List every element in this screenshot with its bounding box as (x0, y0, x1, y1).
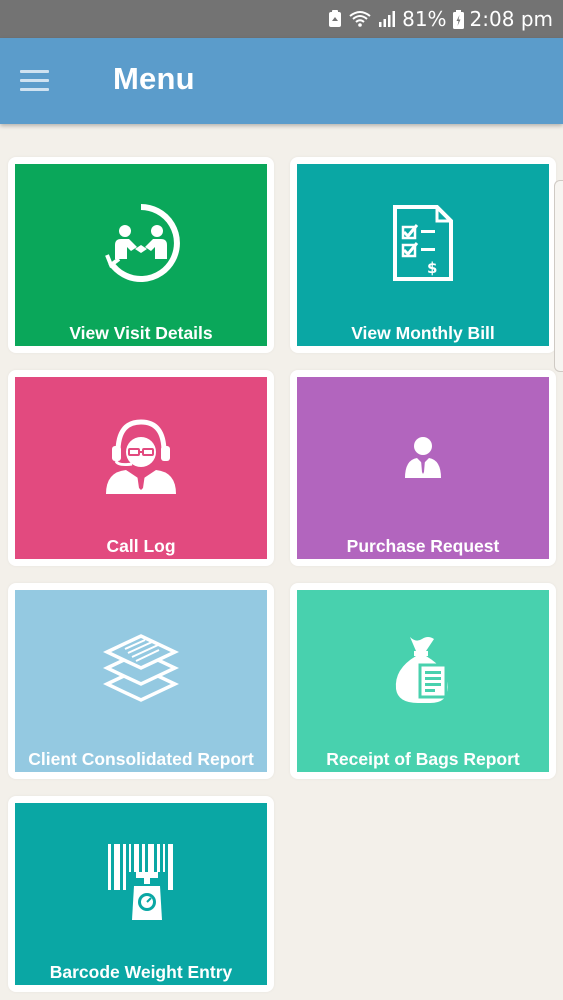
receipt-of-bags-report-tile[interactable]: Receipt of Bags Report (297, 590, 549, 772)
scroll-edge-indicator (554, 180, 563, 372)
tile-frame: View Visit Details (8, 157, 274, 353)
menu-hamburger-icon[interactable] (20, 66, 50, 96)
status-indicators: 81% 2:08 pm (328, 0, 553, 38)
layers-icon (15, 624, 267, 714)
page-title: Menu (113, 61, 195, 96)
tile-label: Barcode Weight Entry (49, 962, 233, 982)
tile-frame: Barcode Weight Entry (8, 796, 274, 992)
client-consolidated-report-tile[interactable]: Client Consolidated Report (15, 590, 267, 772)
svg-text:$: $ (427, 259, 437, 277)
tile-label: View Visit Details (69, 323, 213, 343)
tile-label: Purchase Request (346, 536, 500, 556)
call-log-tile[interactable]: Call Log (15, 377, 267, 559)
signal-icon (378, 10, 396, 28)
tile-label: Call Log (106, 536, 176, 556)
battery-percent: 81% (402, 7, 447, 31)
purchase-request-tile[interactable]: Purchase Request (297, 377, 549, 559)
handshake-icon (15, 198, 267, 288)
battery-charging-icon (452, 9, 464, 29)
money-bag-icon (297, 624, 549, 714)
tile-frame: Call Log (8, 370, 274, 566)
tile-label: Client Consolidated Report (28, 749, 254, 769)
recycle-notification-icon (328, 10, 342, 28)
tile-frame: Receipt of Bags Report (290, 583, 556, 779)
tile-frame: Purchase Request (290, 370, 556, 566)
app-bar: Menu (0, 38, 563, 124)
tile-label: View Monthly Bill (351, 323, 495, 343)
support-agent-icon (15, 411, 267, 501)
barcode-scale-icon (15, 837, 267, 927)
clock: 2:08 pm (469, 7, 553, 31)
person-icon (297, 411, 549, 501)
status-bar: 81% 2:08 pm (0, 0, 563, 38)
wifi-icon (348, 10, 372, 28)
barcode-weight-entry-tile[interactable]: Barcode Weight Entry (15, 803, 267, 985)
bill-checklist-icon: $ (297, 198, 549, 288)
tile-frame: $ View Monthly Bill (290, 157, 556, 353)
tile-frame: Client Consolidated Report (8, 583, 274, 779)
view-monthly-bill-tile[interactable]: $ View Monthly Bill (297, 164, 549, 346)
tile-label: Receipt of Bags Report (326, 749, 520, 769)
view-visit-details-tile[interactable]: View Visit Details (15, 164, 267, 346)
